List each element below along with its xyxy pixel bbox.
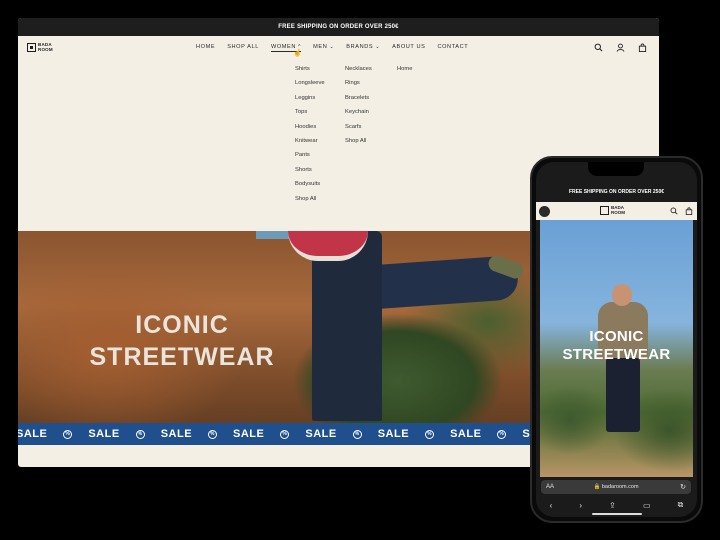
menu-item[interactable]: Hoodies — [295, 124, 325, 130]
menu-item[interactable]: Shop All — [345, 138, 372, 144]
menu-item[interactable]: Shorts — [295, 167, 325, 173]
percent-icon: % — [208, 429, 218, 439]
url-text: 🔒 badaroom.com — [593, 484, 639, 490]
phone-hero-title: ICONIC STREETWEAR — [562, 328, 671, 363]
menu-item[interactable]: Scarfs — [345, 124, 372, 130]
menu-item[interactable]: Necklaces — [345, 66, 372, 72]
menu-item[interactable]: Longsleeve — [295, 80, 325, 86]
chevron-down-icon: ⌄ — [329, 44, 335, 50]
logo-mark-icon — [600, 206, 609, 216]
mega-menu-column-accessories: Necklaces Rings Bracelets Keychain Scarf… — [345, 66, 372, 144]
nav-men[interactable]: MEN ⌄ — [313, 44, 334, 52]
percent-icon: % — [497, 429, 507, 439]
tabs-icon[interactable]: ⧉ — [678, 500, 684, 510]
menu-item[interactable]: Bodysuits — [295, 181, 325, 187]
percent-icon: % — [280, 429, 290, 439]
safari-url-bar[interactable]: AA 🔒 badaroom.com ↻ — [541, 480, 691, 494]
nav-menu: HOME SHOP ALL WOMEN ^ MEN ⌄ BRANDS ⌄ ABO… — [196, 44, 468, 52]
phone-screen: FREE SHIPPING ON ORDER OVER 250€ BADA RO… — [536, 162, 697, 517]
menu-item[interactable]: Knitwear — [295, 138, 325, 144]
menu-item[interactable]: Keychain — [345, 109, 372, 115]
phone-nav-icons — [670, 207, 693, 215]
menu-icon[interactable] — [539, 206, 550, 217]
percent-icon: % — [425, 429, 435, 439]
phone-logo[interactable]: BADA ROOM — [600, 205, 625, 216]
phone-announcement-bar: FREE SHIPPING ON ORDER OVER 250€ — [568, 189, 665, 195]
nav-icons — [594, 43, 647, 52]
menu-item[interactable]: Tops — [295, 109, 325, 115]
menu-item[interactable]: Pants — [295, 152, 325, 158]
nav-home[interactable]: HOME — [196, 44, 215, 52]
logo[interactable]: BADA ROOM — [27, 42, 53, 53]
main-nav: BADA ROOM HOME SHOP ALL WOMEN ^ MEN ⌄ BR… — [18, 36, 659, 62]
phone-nav: BADA ROOM — [536, 202, 697, 220]
mega-menu-column-clothing: Shirts Longsleeve Leggins Tops Hoodies K… — [295, 66, 325, 202]
back-icon[interactable]: ‹ — [550, 501, 553, 510]
phone-mockup: FREE SHIPPING ON ORDER OVER 250€ BADA RO… — [530, 156, 703, 523]
pointer-cursor-icon: ☝ — [293, 50, 302, 57]
phone-hero-banner: ICONIC STREETWEAR — [540, 220, 693, 477]
menu-item[interactable]: Home — [397, 66, 412, 72]
nav-about-us[interactable]: ABOUT US — [392, 44, 425, 52]
nav-brands[interactable]: BRANDS ⌄ — [346, 44, 380, 52]
cart-icon[interactable] — [685, 207, 693, 215]
mega-menu-column-home: Home — [397, 66, 412, 72]
share-icon[interactable]: ⇪ — [609, 501, 616, 510]
menu-item[interactable]: Shop All — [295, 196, 325, 202]
phone-notch — [588, 162, 644, 176]
reload-icon[interactable]: ↻ — [680, 483, 686, 491]
forward-icon[interactable]: › — [579, 501, 582, 510]
account-icon[interactable] — [616, 43, 625, 52]
chevron-down-icon: ⌄ — [375, 44, 381, 50]
logo-mark-icon — [27, 43, 36, 53]
search-icon[interactable] — [670, 207, 678, 215]
percent-icon: % — [352, 429, 362, 439]
hero-title: ICONIC STREETWEAR — [89, 311, 275, 371]
nav-shop-all[interactable]: SHOP ALL — [227, 44, 259, 52]
menu-item[interactable]: Bracelets — [345, 95, 372, 101]
nav-contact[interactable]: CONTACT — [437, 44, 468, 52]
percent-icon: % — [135, 429, 145, 439]
cart-icon[interactable] — [638, 43, 647, 52]
menu-item[interactable]: Rings — [345, 80, 372, 86]
bookmarks-icon[interactable]: ▭ — [643, 501, 651, 510]
home-indicator — [592, 513, 642, 515]
safari-toolbar: ‹ › ⇪ ▭ ⧉ — [536, 498, 697, 512]
announcement-bar: FREE SHIPPING ON ORDER OVER 250€ — [18, 18, 659, 36]
menu-item[interactable]: Leggins — [295, 95, 325, 101]
percent-icon: % — [63, 429, 73, 439]
menu-item[interactable]: Shirts — [295, 66, 325, 72]
search-icon[interactable] — [594, 43, 603, 52]
